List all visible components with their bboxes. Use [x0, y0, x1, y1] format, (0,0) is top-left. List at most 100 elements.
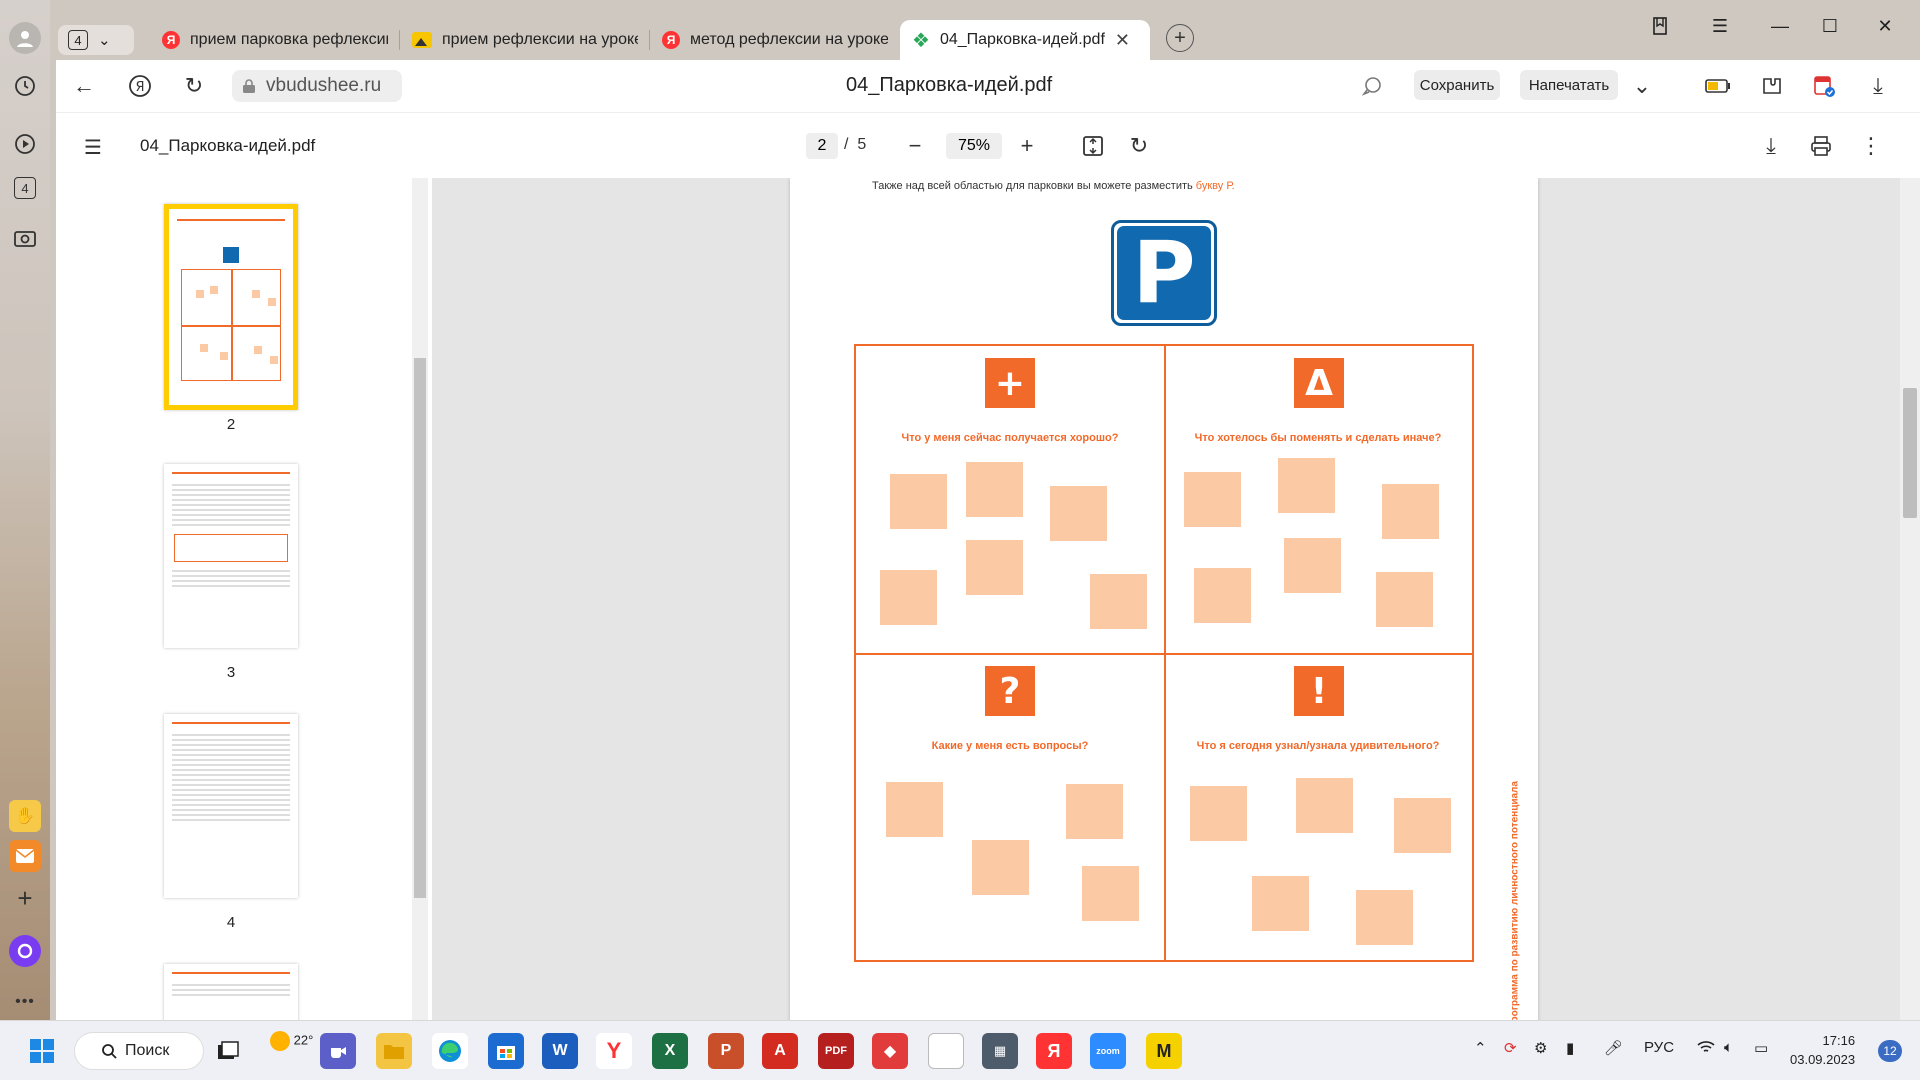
hamburger-icon[interactable]: ☰: [84, 135, 102, 160]
sticky-note: [966, 462, 1023, 517]
scrollbar-thumb[interactable]: [1903, 388, 1917, 518]
tab-count-icon[interactable]: 4: [9, 172, 41, 204]
save-button[interactable]: Сохранить: [1414, 70, 1500, 100]
edge-icon[interactable]: [432, 1033, 468, 1069]
wifi-icon[interactable]: [1696, 1039, 1716, 1059]
profile-avatar[interactable]: [9, 22, 41, 54]
task-view-icon[interactable]: [210, 1033, 246, 1069]
sticky-note: [1356, 890, 1413, 945]
menu-icon[interactable]: ☰: [1700, 12, 1740, 40]
extensions-icon[interactable]: [1758, 72, 1786, 100]
blank-document-icon[interactable]: [928, 1033, 964, 1069]
document-view: Также над всей областью для парковки вы …: [432, 178, 1920, 1020]
address-field[interactable]: vbudushee.ru: [232, 70, 402, 102]
thumbnail-page-3[interactable]: [164, 464, 298, 648]
word-icon[interactable]: W: [542, 1033, 578, 1069]
teams-icon[interactable]: [320, 1033, 356, 1069]
tab-2[interactable]: прием рефлексии на уроке: [400, 20, 650, 60]
sticky-note: [1194, 568, 1251, 623]
battery-tray-icon[interactable]: ▭: [1754, 1039, 1768, 1057]
media-icon[interactable]: ▮: [1566, 1039, 1574, 1057]
sticky-note: [966, 540, 1023, 595]
zoom-in-icon[interactable]: +: [1012, 131, 1042, 161]
sticky-note: [1296, 778, 1353, 833]
fit-page-icon[interactable]: [1078, 131, 1108, 161]
chevron-up-icon[interactable]: ⌃: [1474, 1039, 1487, 1057]
close-window-button[interactable]: ✕: [1865, 12, 1905, 40]
taskbar-search[interactable]: Поиск: [74, 1032, 204, 1070]
maximize-button[interactable]: ☐: [1810, 12, 1850, 40]
powerpoint-icon[interactable]: P: [708, 1033, 744, 1069]
thumbnail-scrollbar[interactable]: [412, 178, 428, 1020]
sticky-note: [1190, 786, 1247, 841]
thumbnail-page-4[interactable]: [164, 714, 298, 898]
tab-1[interactable]: Я прием парковка рефлексии: [150, 20, 400, 60]
yandex-home-icon[interactable]: Я: [126, 72, 154, 100]
play-icon[interactable]: [9, 128, 41, 160]
tab-3[interactable]: Я метод рефлексии на уроке: [650, 20, 900, 60]
microphone-icon[interactable]: 🎤︎: [1604, 1039, 1623, 1057]
acrobat-icon[interactable]: A: [762, 1033, 798, 1069]
page-number-input[interactable]: 2: [806, 133, 838, 159]
chat-icon[interactable]: [1358, 72, 1386, 100]
scrollbar-thumb[interactable]: [414, 358, 426, 898]
rotate-icon[interactable]: ↻: [1124, 131, 1154, 161]
new-tab-button[interactable]: +: [1166, 24, 1194, 52]
pdf-app-icon[interactable]: PDF: [818, 1033, 854, 1069]
calculator-icon[interactable]: ▦: [982, 1033, 1018, 1069]
parking-grid: + Что у меня сейчас получается хорошо? Δ…: [854, 344, 1474, 962]
file-explorer-icon[interactable]: [376, 1033, 412, 1069]
sync-icon[interactable]: ⟳: [1504, 1039, 1517, 1057]
weather-widget[interactable]: 22°: [270, 1031, 313, 1051]
windows-start-icon[interactable]: [24, 1033, 60, 1069]
excel-icon[interactable]: X: [652, 1033, 688, 1069]
sticky-note: [1066, 784, 1123, 839]
sticky-note: [1082, 866, 1139, 921]
anydesk-icon[interactable]: ◆: [872, 1033, 908, 1069]
store-icon[interactable]: [488, 1033, 524, 1069]
reload-icon[interactable]: ↻: [180, 72, 208, 100]
add-icon[interactable]: +: [9, 882, 41, 914]
sticky-note: [972, 840, 1029, 895]
print-button[interactable]: Напечатать: [1520, 70, 1618, 100]
minimize-button[interactable]: —: [1760, 12, 1800, 40]
delta-icon: Δ: [1294, 358, 1344, 408]
sticky-note: [1284, 538, 1341, 593]
chevron-down-icon[interactable]: ⌄: [1628, 72, 1656, 100]
zoom-level[interactable]: 75%: [946, 133, 1002, 159]
download-icon[interactable]: ⤓: [1864, 72, 1892, 100]
clock[interactable]: 17:16 03.09.2023: [1790, 1031, 1855, 1069]
back-icon[interactable]: ←: [70, 72, 98, 100]
more-vertical-icon[interactable]: ⋮: [1856, 131, 1886, 161]
history-icon[interactable]: [9, 70, 41, 102]
exclamation-icon: !: [1294, 666, 1344, 716]
printer-icon[interactable]: [1806, 131, 1836, 161]
volume-icon[interactable]: 🔈︎: [1724, 1039, 1733, 1056]
tab-4-active[interactable]: ❖ 04_Парковка-идей.pdf ✕: [900, 20, 1150, 60]
yandex-browser-icon[interactable]: Y: [596, 1033, 632, 1069]
notes-app-icon[interactable]: ✋: [9, 800, 41, 832]
zoom-out-icon[interactable]: −: [900, 131, 930, 161]
pdf-extension-icon[interactable]: [1810, 72, 1838, 100]
yandex-app-icon[interactable]: Я: [1036, 1033, 1072, 1069]
alice-assistant-icon[interactable]: [9, 935, 41, 967]
zoom-app-icon[interactable]: zoom: [1090, 1033, 1126, 1069]
quadrant-question: Какие у меня есть вопросы?: [931, 740, 1089, 752]
taskbar: Поиск 22° W Y X P A PDF ◆ ▦ Я zoom M ⌃ ⟳…: [0, 1020, 1920, 1080]
thumbnail-page-5[interactable]: [164, 964, 298, 1020]
download-pdf-icon[interactable]: ⤓: [1756, 131, 1786, 161]
thumbnail-page-2[interactable]: [164, 204, 298, 410]
screenshot-icon[interactable]: [9, 222, 41, 254]
close-tab-icon[interactable]: ✕: [1115, 30, 1130, 51]
bookmarks-icon[interactable]: [1640, 12, 1680, 40]
document-scrollbar[interactable]: [1900, 178, 1920, 1020]
mail-app-icon[interactable]: [9, 840, 41, 872]
tab-switcher-button[interactable]: 4 ⌄: [58, 25, 134, 55]
settings-sliders-icon[interactable]: ⚙: [1534, 1039, 1547, 1057]
more-icon[interactable]: •••: [9, 986, 41, 1018]
miro-app-icon[interactable]: M: [1146, 1033, 1182, 1069]
battery-icon[interactable]: [1704, 72, 1732, 100]
browser-sidebar: 4 ✋ + •••: [0, 0, 50, 1020]
notification-badge[interactable]: 12: [1878, 1040, 1902, 1062]
language-indicator[interactable]: РУС: [1644, 1039, 1674, 1056]
